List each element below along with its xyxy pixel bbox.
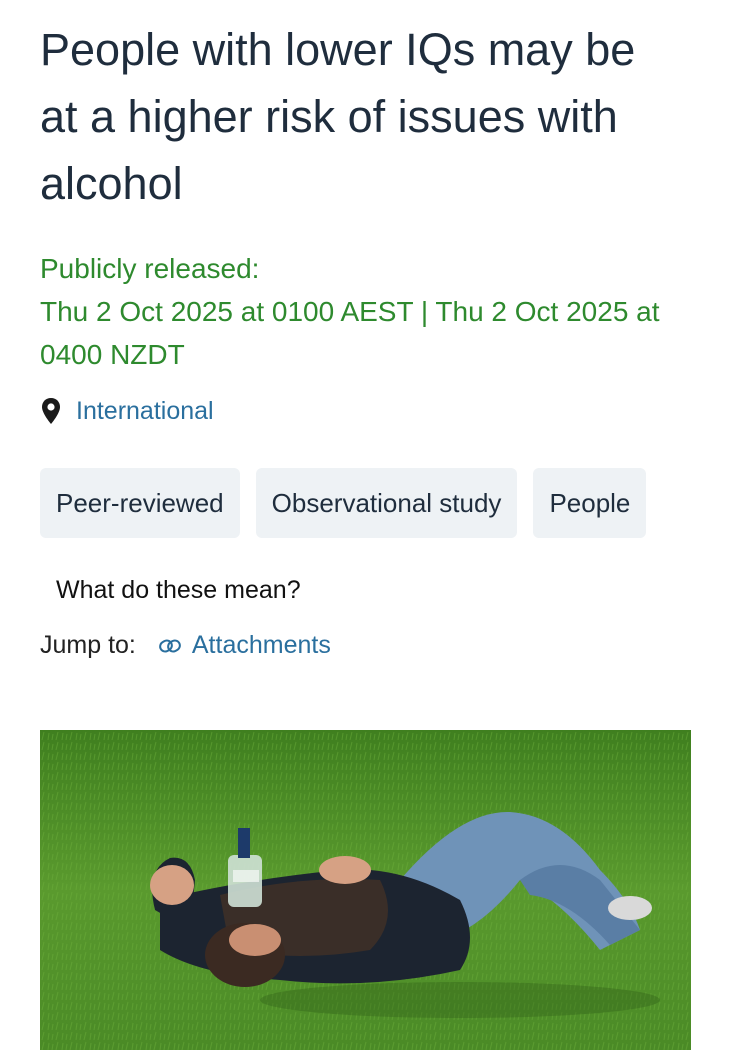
released-dates: Thu 2 Oct 2025 at 0100 AEST | Thu 2 Oct … — [40, 296, 660, 370]
what-do-these-mean-link[interactable]: What do these mean? — [56, 576, 301, 605]
tag-observational-study[interactable]: Observational study — [255, 468, 518, 538]
article-page: People with lower IQs may be at a higher… — [0, 0, 730, 1050]
tag-peer-reviewed[interactable]: Peer-reviewed — [40, 468, 240, 538]
jump-to-label: Jump to: — [40, 631, 136, 659]
location-link[interactable]: International — [76, 397, 214, 426]
tag-list: Peer-reviewed Observational study People — [40, 468, 690, 538]
article-title: People with lower IQs may be at a higher… — [40, 24, 636, 209]
tag-people[interactable]: People — [533, 468, 647, 538]
release-info: Publicly released: Thu 2 Oct 2025 at 010… — [40, 247, 690, 376]
link-icon — [159, 639, 181, 652]
article-photo — [40, 730, 691, 1050]
map-pin-icon — [42, 398, 60, 424]
location-row: International — [40, 394, 690, 428]
attachments-link[interactable]: Attachments — [192, 631, 331, 660]
released-label: Publicly released: — [40, 253, 260, 284]
jump-to-row: Jump to: Attachments — [40, 631, 690, 660]
photo-man-on-grass — [40, 730, 691, 1050]
